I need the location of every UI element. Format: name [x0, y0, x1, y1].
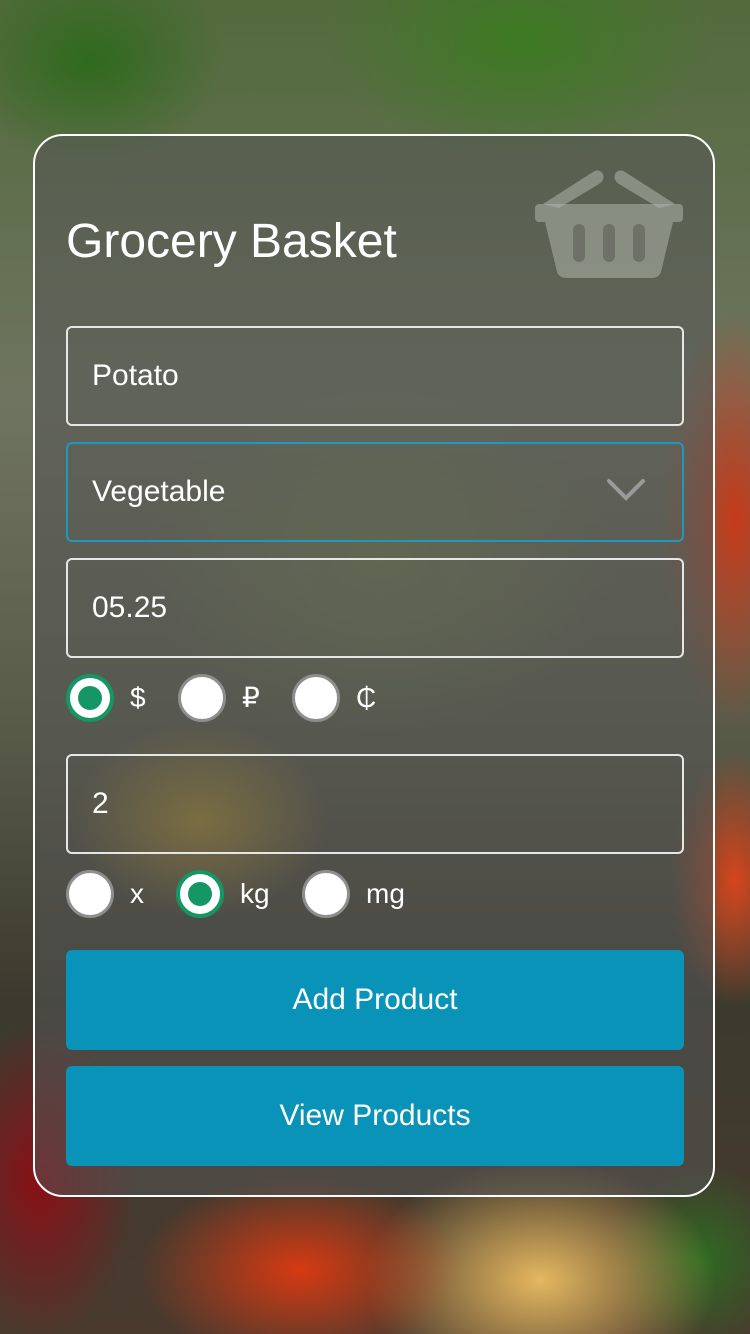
currency-radio-dollar[interactable]: [66, 674, 114, 722]
currency-label-dollar: $: [130, 682, 146, 713]
unit-label-x: x: [130, 878, 144, 909]
page-title: Grocery Basket: [66, 215, 397, 268]
product-name-input[interactable]: Potato: [66, 326, 684, 426]
unit-label-mg: mg: [366, 878, 405, 909]
currency-radio-group: $ ₽ ₵: [66, 674, 466, 722]
unit-radio-kg[interactable]: [176, 870, 224, 918]
currency-radio-ruble[interactable]: [178, 674, 226, 722]
add-product-button[interactable]: Add Product: [66, 950, 684, 1050]
chevron-down-icon: [607, 479, 645, 501]
unit-radio-group: x kg mg: [66, 870, 466, 918]
basket-icon: [535, 170, 683, 278]
currency-label-ruble: ₽: [242, 682, 260, 713]
currency-radio-cedi[interactable]: [292, 674, 340, 722]
category-select-value: Vegetable: [92, 475, 226, 508]
unit-radio-x[interactable]: [66, 870, 114, 918]
view-products-button[interactable]: View Products: [66, 1066, 684, 1166]
category-select[interactable]: Vegetable: [66, 442, 684, 542]
currency-label-cedi: ₵: [356, 682, 377, 713]
unit-radio-mg[interactable]: [302, 870, 350, 918]
quantity-input[interactable]: 2: [66, 754, 684, 854]
unit-label-kg: kg: [240, 878, 270, 909]
price-input[interactable]: 05.25: [66, 558, 684, 658]
